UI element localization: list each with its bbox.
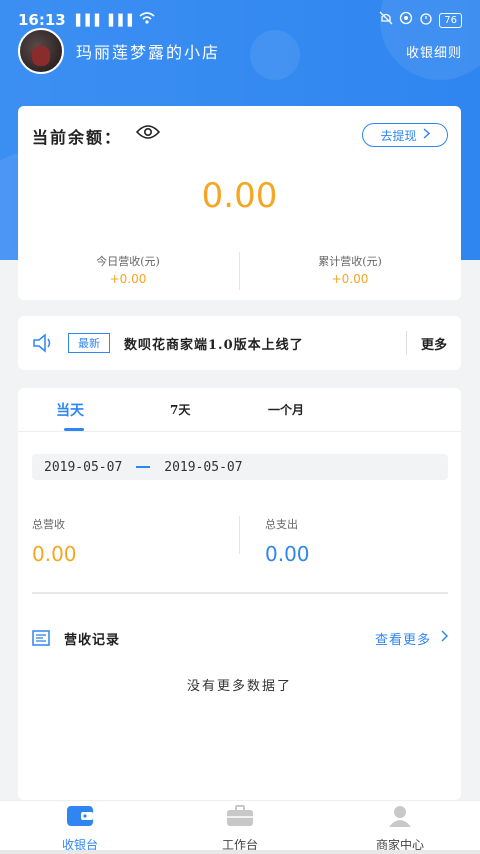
withdraw-label: 去提现 (380, 128, 417, 143)
battery-indicator: 76 (439, 12, 462, 28)
bottom-tab-bar: 收银台 工作台 商家中心 (0, 800, 480, 854)
tab-merchant-center[interactable]: 商家中心 (340, 805, 460, 853)
user-icon (340, 805, 460, 830)
tab-today[interactable]: 当天 (56, 400, 84, 420)
start-date[interactable]: 2019-05-07 (44, 460, 122, 475)
wifi-icon (139, 12, 155, 28)
cashier-details-link[interactable]: 收银细则 (406, 42, 462, 61)
total-income-label: 累计营收(元) (318, 255, 382, 268)
mute-icon (379, 11, 393, 29)
tab-workbench[interactable]: 工作台 (180, 805, 300, 853)
balance-card: 当前余额： 去提现 0.00 今日营收(元) +0.00 累计营收(元) +0.… (18, 106, 461, 300)
records-title: 营收记录 (64, 632, 121, 648)
empty-state-text: 没有更多数据了 (186, 679, 292, 694)
summary-income-label: 总营收 (32, 518, 65, 531)
document-icon (32, 630, 50, 646)
alarm-icon (419, 11, 433, 29)
tab-cashier[interactable]: 收银台 (20, 805, 140, 853)
notice-more-link[interactable]: 更多 (421, 334, 447, 353)
summary-income-value: 0.00 (32, 542, 77, 566)
view-more-link[interactable]: 查看更多 (374, 629, 449, 648)
divider (405, 331, 407, 355)
shop-header: 玛丽莲梦露的小店 收银细则 (0, 28, 480, 74)
today-income-value: +0.00 (109, 272, 147, 286)
total-expense-summary: 总支出 0.00 (265, 516, 310, 566)
balance-title: 当前余额： (32, 128, 123, 147)
tabbar-bottom-edge (0, 850, 480, 854)
signal-icon: ▐▐▐ ▐▐▐ (71, 13, 134, 27)
summary-expense-label: 总支出 (265, 518, 298, 531)
notice-text[interactable]: 数呗花商家端1.0版本上线了 (124, 334, 304, 353)
total-income-summary: 总营收 0.00 (32, 516, 77, 566)
briefcase-icon (180, 805, 300, 830)
divider (239, 516, 240, 554)
shop-name: 玛丽莲梦露的小店 (76, 43, 221, 62)
end-date[interactable]: 2019-05-07 (164, 460, 242, 475)
date-range-picker[interactable]: 2019-05-07 2019-05-07 (32, 454, 448, 480)
today-income-label: 今日营收(元) (96, 255, 160, 268)
eye-icon[interactable] (135, 124, 161, 140)
tab-7-days[interactable]: 7天 (170, 401, 190, 418)
date-separator (136, 466, 151, 468)
total-income: 累计营收(元) +0.00 (240, 253, 460, 286)
divider (32, 592, 448, 594)
tab-one-month[interactable]: 一个月 (268, 401, 304, 418)
active-tab-indicator (64, 428, 84, 431)
today-income: 今日营收(元) +0.00 (18, 253, 238, 286)
revenue-card: 当天 7天 一个月 2019-05-07 2019-05-07 总营收 0.00… (18, 388, 461, 800)
period-tabs: 当天 7天 一个月 (18, 388, 461, 432)
new-badge: 最新 (68, 333, 110, 353)
notice-bar[interactable]: 最新 数呗花商家端1.0版本上线了 更多 (18, 316, 461, 370)
summary-expense-value: 0.00 (265, 542, 310, 566)
chevron-right-icon (441, 630, 449, 646)
records-header: 营收记录 查看更多 (32, 628, 449, 648)
chevron-right-icon (422, 128, 430, 142)
avatar[interactable] (18, 28, 64, 74)
location-icon (399, 11, 413, 29)
status-time: 16:13 (18, 11, 66, 29)
speaker-icon (32, 332, 54, 354)
withdraw-button[interactable]: 去提现 (362, 123, 448, 147)
total-income-value: +0.00 (331, 272, 369, 286)
balance-amount: 0.00 (201, 176, 278, 216)
view-more-label: 查看更多 (374, 632, 431, 648)
wallet-icon (20, 805, 140, 830)
